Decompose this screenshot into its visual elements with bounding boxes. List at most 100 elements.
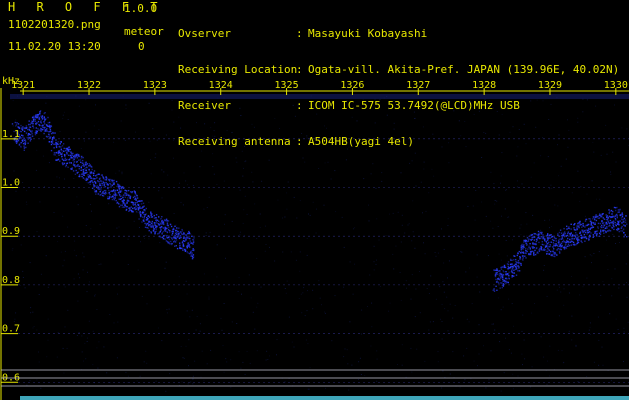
trace-dot bbox=[552, 242, 554, 244]
noise-dot bbox=[300, 293, 302, 295]
noise-dot bbox=[252, 181, 254, 183]
noise-dot bbox=[557, 144, 558, 146]
trace-dot bbox=[66, 162, 68, 165]
trace-dot bbox=[555, 240, 557, 242]
noise-dot bbox=[400, 241, 402, 243]
trace-dot bbox=[156, 219, 159, 221]
noise-dot bbox=[212, 153, 214, 155]
trace-dot bbox=[57, 158, 60, 160]
noise-dot bbox=[501, 215, 502, 217]
trace-dot bbox=[499, 270, 501, 272]
trace-dot bbox=[77, 171, 79, 173]
noise-dot bbox=[35, 169, 37, 171]
noise-dot bbox=[81, 335, 83, 337]
trace-dot bbox=[41, 129, 44, 131]
trace-dot bbox=[595, 219, 598, 222]
trace-dot bbox=[189, 251, 192, 253]
noise-dot bbox=[188, 339, 190, 341]
trace-dot bbox=[549, 237, 551, 239]
trace-dot bbox=[554, 253, 557, 255]
noise-dot bbox=[525, 212, 527, 214]
noise-dot bbox=[324, 311, 326, 313]
trace-dot bbox=[55, 146, 58, 149]
trace-dot bbox=[520, 264, 522, 266]
noise-dot bbox=[405, 280, 407, 282]
noise-dot bbox=[558, 134, 560, 136]
noise-dot bbox=[422, 126, 424, 128]
trace-dot bbox=[616, 216, 618, 219]
noise-dot bbox=[370, 345, 372, 347]
trace-dot bbox=[106, 177, 108, 179]
trace-dot bbox=[150, 211, 152, 213]
noise-dot bbox=[248, 274, 250, 276]
trace-dot bbox=[510, 259, 512, 261]
noise-dot bbox=[568, 330, 570, 332]
noise-dot bbox=[172, 157, 174, 159]
trace-dot bbox=[71, 156, 73, 159]
noise-dot bbox=[503, 372, 505, 374]
noise-dot bbox=[534, 303, 535, 304]
trace-dot bbox=[576, 228, 578, 230]
trace-dot bbox=[90, 165, 92, 168]
noise-dot bbox=[236, 161, 238, 163]
trace-dot bbox=[61, 145, 64, 147]
noise-dot bbox=[443, 100, 445, 102]
trace-dot bbox=[93, 172, 95, 174]
noise-dot bbox=[602, 281, 604, 283]
noise-dot bbox=[508, 298, 510, 300]
noise-dot bbox=[551, 187, 553, 189]
noise-dot bbox=[15, 119, 17, 121]
noise-dot bbox=[411, 274, 413, 276]
trace-dot bbox=[84, 167, 86, 170]
trace-dot bbox=[40, 122, 43, 124]
trace-dot bbox=[44, 126, 46, 129]
trace-dot bbox=[179, 247, 181, 250]
noise-dot bbox=[261, 180, 263, 182]
noise-dot bbox=[522, 364, 523, 366]
y-tick-label: 1.1 bbox=[2, 129, 20, 140]
noise-dot bbox=[301, 312, 303, 314]
trace-dot bbox=[550, 234, 552, 236]
trace-dot bbox=[541, 231, 543, 234]
noise-dot bbox=[203, 273, 205, 275]
noise-dot bbox=[92, 364, 94, 366]
noise-dot bbox=[318, 168, 320, 169]
noise-dot bbox=[46, 356, 48, 358]
trace-dot bbox=[569, 238, 571, 241]
noise-dot bbox=[577, 117, 579, 119]
noise-dot bbox=[103, 346, 105, 348]
trace-dot bbox=[140, 207, 142, 209]
noise-dot bbox=[610, 171, 611, 173]
trace-dot bbox=[573, 238, 575, 240]
noise-dot bbox=[512, 239, 513, 241]
noise-dot bbox=[224, 223, 225, 225]
noise-dot bbox=[45, 255, 47, 257]
trace-dot bbox=[171, 238, 174, 241]
trace-dot bbox=[150, 232, 152, 234]
noise-dot bbox=[437, 252, 439, 254]
noise-dot bbox=[304, 315, 306, 317]
trace-dot bbox=[180, 247, 182, 250]
noise-dot bbox=[598, 339, 600, 341]
trace-dot bbox=[161, 219, 164, 222]
trace-dot bbox=[72, 159, 74, 162]
noise-dot bbox=[444, 308, 446, 310]
trace-dot bbox=[534, 253, 537, 256]
trace-dot bbox=[177, 230, 179, 233]
trace-dot bbox=[156, 222, 158, 224]
noise-dot bbox=[77, 204, 79, 206]
trace-dot bbox=[84, 172, 87, 174]
trace-dot bbox=[36, 114, 38, 116]
trace-dot bbox=[132, 196, 135, 199]
trace-dot bbox=[557, 241, 560, 244]
noise-dot bbox=[316, 113, 318, 115]
noise-dot bbox=[365, 148, 367, 150]
trace-dot bbox=[87, 182, 89, 184]
trace-dot bbox=[139, 200, 142, 202]
noise-dot bbox=[85, 181, 87, 183]
trace-dot bbox=[176, 233, 178, 236]
noise-dot bbox=[512, 126, 514, 128]
trace-dot bbox=[164, 238, 166, 240]
trace-dot bbox=[103, 192, 105, 195]
trace-dot bbox=[542, 238, 544, 240]
